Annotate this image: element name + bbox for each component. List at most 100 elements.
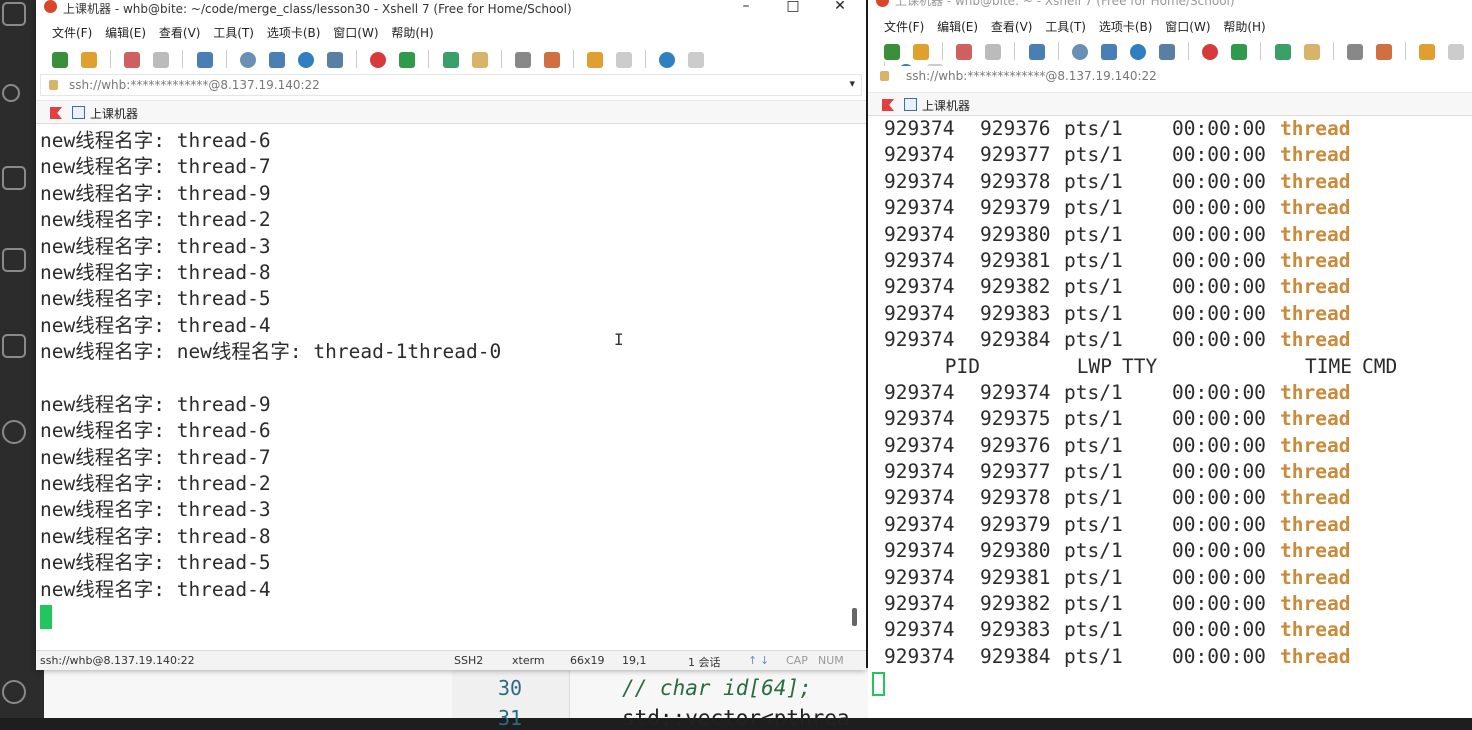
menu-tools[interactable]: 工具(T) (1045, 20, 1086, 34)
menu-help[interactable]: 帮助(H) (1223, 20, 1265, 34)
chat-icon[interactable] (688, 52, 705, 68)
link-icon[interactable] (956, 44, 973, 60)
ps-row: 929374 929378 pts/1 00:00:00 thread (868, 169, 1472, 195)
ps-time: 00:00:00 (1172, 275, 1266, 299)
files-icon[interactable] (2, 2, 26, 26)
lock-icon (49, 80, 58, 90)
account-icon[interactable] (2, 680, 26, 704)
open-folder-icon[interactable] (81, 52, 98, 68)
lock-icon[interactable] (1303, 44, 1320, 60)
tab-session[interactable]: 上课机器 (922, 97, 970, 114)
ps-cmd: thread (1280, 592, 1351, 616)
open-folder-icon[interactable] (913, 44, 930, 60)
xftp-icon[interactable] (1202, 44, 1219, 60)
ps-tty: pts/1 (1064, 460, 1123, 484)
arrow-down-icon[interactable]: ↓ (760, 654, 769, 667)
menu-tools[interactable]: 工具(T) (213, 26, 254, 40)
ps-pid: 929374 (884, 433, 955, 457)
ps-pid: 929374 (884, 143, 955, 167)
globe-icon[interactable] (297, 52, 314, 68)
menu-window[interactable]: 窗口(W) (333, 26, 378, 40)
minimize-icon[interactable]: – (726, 0, 766, 14)
terminal-output[interactable]: 929374 929376 pts/1 00:00:00 thread 929374 929… (868, 116, 1472, 710)
xagent-icon[interactable] (1231, 44, 1248, 60)
toolbar-separator (942, 42, 944, 60)
tab-session[interactable]: 上课机器 (90, 105, 138, 122)
properties-icon[interactable] (1028, 44, 1045, 60)
remote-explorer-icon[interactable] (2, 334, 26, 358)
layout-icon[interactable] (1448, 44, 1465, 60)
new-session-icon[interactable] (884, 44, 900, 60)
ps-time: 00:00:00 (1172, 117, 1266, 140)
title-bar[interactable]: 上课机器 - whb@bite: ~/code/merge_class/less… (36, 0, 866, 16)
extensions-icon[interactable] (2, 248, 26, 272)
link-icon[interactable] (124, 52, 141, 68)
font-icon[interactable] (327, 52, 344, 68)
ps-cmd: thread (1280, 143, 1351, 167)
address-bar[interactable]: ssh://whb:*************@8.137.19.140:22 (872, 66, 1468, 88)
new-session-icon[interactable] (52, 52, 68, 68)
terminal-lines: new线程名字: thread-6 new线程名字: thread-7 new线程名… (36, 128, 866, 603)
menu-window[interactable]: 窗口(W) (1165, 20, 1210, 34)
fullscreen-icon[interactable] (1274, 44, 1291, 60)
ps-cmd: thread (1280, 169, 1351, 193)
menu-file[interactable]: 文件(F) (884, 20, 924, 34)
menu-help[interactable]: 帮助(H) (391, 26, 433, 40)
ps-time: 00:00:00 (1172, 328, 1266, 352)
address-bar[interactable]: ssh://whb:*************@8.137.19.140:22 … (40, 74, 862, 96)
pen-icon[interactable] (543, 52, 560, 68)
scrollbar-thumb[interactable] (852, 608, 857, 626)
menu-view[interactable]: 查看(V) (991, 20, 1033, 34)
close-icon[interactable]: ✕ (820, 0, 860, 14)
address-text: ssh://whb:*************@8.137.19.140:22 (906, 69, 1157, 83)
search-icon[interactable] (1071, 44, 1088, 60)
menu-tabs[interactable]: 选项卡(B) (267, 26, 321, 40)
fullscreen-icon[interactable] (442, 52, 459, 68)
run-debug-icon[interactable] (2, 166, 26, 190)
unlink-icon[interactable] (153, 52, 170, 68)
keyboard-icon[interactable] (514, 52, 531, 68)
chevron-down-icon[interactable]: ▾ (849, 77, 855, 90)
ps-tty: pts/1 (1064, 117, 1123, 140)
menu-edit[interactable]: 编辑(E) (105, 26, 146, 40)
keyboard-icon[interactable] (1346, 44, 1363, 60)
menu-tabs[interactable]: 选项卡(B) (1099, 20, 1153, 34)
xftp-icon[interactable] (370, 52, 387, 68)
font-icon[interactable] (1159, 44, 1176, 60)
properties-icon[interactable] (196, 52, 213, 68)
code-line[interactable]: std::vector<pthrea (622, 706, 850, 730)
terminal-output[interactable]: new线程名字: thread-6 new线程名字: thread-7 new线程名… (36, 124, 866, 636)
help-icon[interactable] (659, 52, 676, 68)
window-title: 上课机器 - whb@bite: ~/code/merge_class/less… (63, 2, 572, 16)
arrow-up-icon[interactable]: ↑ (748, 654, 757, 667)
script-icon[interactable] (1419, 44, 1436, 60)
xshell-app-icon (876, 0, 889, 7)
ps-cmd: thread (1280, 407, 1351, 431)
settings-gear-icon[interactable] (2, 420, 26, 444)
search-icon[interactable] (239, 52, 256, 68)
title-bar[interactable]: 上课机器 - whb@bite: ~ - Xshell 7 (Free for … (868, 0, 1472, 8)
terminal-cursor-line (36, 603, 866, 629)
line-number: 30 (498, 676, 523, 700)
session-manager-icon[interactable] (50, 107, 62, 119)
session-manager-icon[interactable] (882, 99, 894, 111)
globe-icon[interactable] (1129, 44, 1146, 60)
maximize-icon[interactable]: □ (773, 0, 813, 14)
source-control-icon[interactable] (2, 84, 20, 102)
editor-gutter: 30 31 (452, 668, 570, 730)
xagent-icon[interactable] (399, 52, 416, 68)
menu-file[interactable]: 文件(F) (52, 26, 92, 40)
transfer-icon[interactable] (268, 52, 285, 68)
script-icon[interactable] (587, 52, 604, 68)
pen-icon[interactable] (1375, 44, 1392, 60)
menu-edit[interactable]: 编辑(E) (937, 20, 978, 34)
status-sessions[interactable]: 1 会话 (688, 654, 721, 670)
lock-icon[interactable] (471, 52, 488, 68)
ps-time: 00:00:00 (1172, 644, 1266, 668)
code-line[interactable]: // char id[64]; (622, 676, 812, 700)
ps-cmd: thread (1280, 248, 1351, 272)
layout-icon[interactable] (616, 52, 633, 68)
menu-view[interactable]: 查看(V) (159, 26, 201, 40)
unlink-icon[interactable] (985, 44, 1002, 60)
transfer-icon[interactable] (1100, 44, 1117, 60)
